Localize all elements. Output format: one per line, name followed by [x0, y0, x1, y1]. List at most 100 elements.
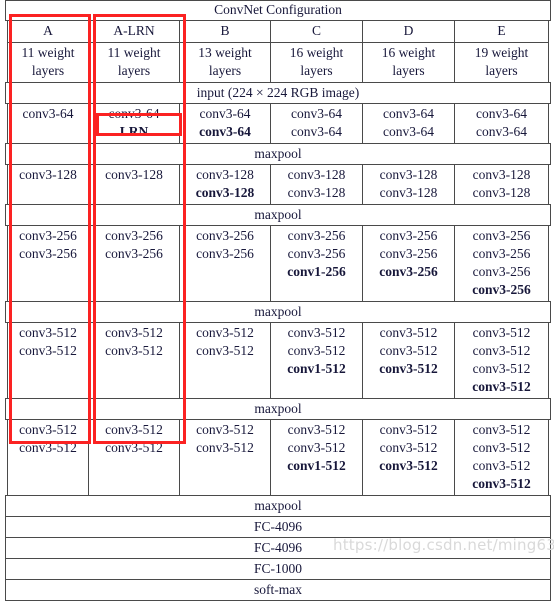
column-header-b[interactable]: B — [179, 20, 271, 43]
layer-entry: conv3-512 — [19, 325, 77, 340]
layer-entry: conv3-64 — [383, 124, 434, 139]
layer-entry: conv3-512 — [379, 422, 438, 437]
table-row-title: ConvNet Configuration — [5, 0, 551, 21]
layer-entry: conv3-512 — [287, 343, 346, 358]
layer-entry: conv3-512 — [196, 422, 254, 437]
layer-entry: conv3-256 — [472, 264, 531, 279]
layer-spacer — [363, 475, 454, 493]
layer-spacer — [180, 263, 270, 281]
table-edge-right — [548, 103, 551, 144]
table-edge-right — [548, 42, 551, 83]
layer-entry: conv3-512 — [105, 325, 163, 340]
softmax-label: soft-max — [5, 579, 551, 601]
layer-spacer — [271, 475, 362, 493]
table-row-block-64: conv3-64 conv3-64 LRN conv3-64 conv3-64 conv… — [5, 103, 551, 144]
layer-entry: conv3-512 — [287, 422, 346, 437]
column-header-a[interactable]: A — [7, 20, 89, 43]
column-depth-line-2: layers — [485, 63, 518, 78]
maxpool-label: maxpool — [5, 495, 551, 517]
layer-spacer — [89, 457, 179, 475]
layer-entry: conv3-512 — [379, 343, 438, 358]
layer-entry: conv3-256 — [105, 246, 163, 261]
table-row-block-128: conv3-128 conv3-128 conv3-128 conv3-128 co… — [5, 164, 551, 205]
table-row-block-512a: conv3-512 conv3-512 conv3-512 conv3-512 co… — [5, 322, 551, 399]
layer-entry: conv3-512 — [379, 440, 438, 455]
layer-entry: conv3-128 — [195, 185, 255, 200]
cell-block-128-b: conv3-128 conv3-128 — [179, 164, 271, 205]
layer-entry: conv3-128 — [19, 167, 77, 182]
layer-entry: conv3-64 — [383, 106, 434, 121]
column-depth-e: 19 weight layers — [454, 42, 549, 83]
layer-spacer — [180, 360, 270, 378]
layer-spacer — [180, 281, 270, 299]
layer-entry: conv3-256 — [105, 228, 163, 243]
table-row-maxpool: maxpool — [5, 204, 551, 226]
layer-entry: conv3-512 — [472, 422, 531, 437]
column-depth-line-1: 11 weight — [21, 45, 75, 60]
cell-block-128-a: conv3-128 — [7, 164, 89, 205]
column-header-a-lrn[interactable]: A-LRN — [88, 20, 180, 43]
layer-entry: conv3-512 — [379, 361, 438, 376]
cell-block-512a-b: conv3-512 conv3-512 — [179, 322, 271, 399]
column-header-e[interactable]: E — [454, 20, 549, 43]
layer-entry: conv1-512 — [287, 361, 346, 376]
watermark: https://blog.csdn.net/ming6383 — [333, 536, 554, 554]
layer-entry: conv3-128 — [379, 185, 438, 200]
layer-entry: conv3-512 — [105, 422, 163, 437]
cell-block-256-e: conv3-256 conv3-256 conv3-256 conv3-256 — [454, 225, 549, 302]
layer-entry: conv3-256 — [196, 246, 254, 261]
cell-block-64-b: conv3-64 conv3-64 — [179, 103, 271, 144]
table-row-maxpool: maxpool — [5, 143, 551, 165]
cell-block-128-c: conv3-128 conv3-128 — [270, 164, 363, 205]
layer-entry: conv3-128 — [105, 167, 163, 182]
layer-entry: conv3-128 — [287, 167, 346, 182]
layer-spacer — [363, 378, 454, 396]
layer-entry: conv3-128 — [379, 167, 438, 182]
layer-entry: conv3-512 — [19, 440, 77, 455]
layer-entry: conv3-256 — [472, 246, 531, 261]
table-edge-right — [548, 20, 551, 43]
layer-entry: conv3-64 — [476, 124, 527, 139]
layer-spacer — [271, 281, 362, 299]
layer-entry: conv3-512 — [472, 343, 531, 358]
layer-spacer — [180, 378, 270, 396]
layer-entry: conv3-512 — [379, 458, 438, 473]
figure-title: ConvNet Configuration — [5, 0, 551, 21]
maxpool-label: maxpool — [5, 301, 551, 323]
layer-entry: conv3-64 — [199, 106, 251, 121]
column-depth-line-1: 11 weight — [107, 45, 161, 60]
cell-block-512a-a-lrn: conv3-512 conv3-512 — [88, 322, 180, 399]
layer-entry: conv3-512 — [196, 343, 254, 358]
column-depth-line-1: 13 weight — [198, 45, 252, 60]
layer-entry: conv3-512 — [472, 325, 531, 340]
layer-spacer — [271, 378, 362, 396]
cell-block-512a-c: conv3-512 conv3-512 conv1-512 — [270, 322, 363, 399]
cell-block-128-a-lrn: conv3-128 — [88, 164, 180, 205]
layer-entry: conv1-256 — [287, 264, 346, 279]
table-row-fc1: FC-4096 — [5, 516, 551, 538]
layer-entry: conv3-64 — [291, 124, 342, 139]
layer-entry: conv3-128 — [472, 185, 531, 200]
table-edge-right — [548, 419, 551, 496]
column-depth-line-1: 19 weight — [474, 45, 529, 60]
column-header-c[interactable]: C — [270, 20, 363, 43]
cell-block-128-e: conv3-128 conv3-128 — [454, 164, 549, 205]
column-depth-line-2: layers — [300, 63, 333, 78]
layer-entry: conv3-64 — [291, 106, 342, 121]
cell-block-512a-a: conv3-512 conv3-512 — [7, 322, 89, 399]
layer-entry: conv3-512 — [196, 325, 254, 340]
layer-spacer — [8, 281, 88, 299]
layer-entry: conv3-512 — [472, 440, 531, 455]
maxpool-label: maxpool — [5, 398, 551, 420]
input-row-label: input (224 × 224 RGB image) — [5, 82, 551, 104]
cell-block-64-c: conv3-64 conv3-64 — [270, 103, 363, 144]
layer-spacer — [8, 123, 88, 141]
layer-entry: conv3-128 — [472, 167, 531, 182]
column-header-d[interactable]: D — [362, 20, 455, 43]
table-row-softmax: soft-max — [5, 579, 551, 601]
column-depth-line-2: layers — [117, 63, 151, 78]
layer-spacer — [89, 475, 179, 493]
layer-entry: conv3-64 — [22, 106, 74, 121]
layer-entry: conv3-512 — [472, 361, 531, 376]
layer-spacer — [89, 378, 179, 396]
